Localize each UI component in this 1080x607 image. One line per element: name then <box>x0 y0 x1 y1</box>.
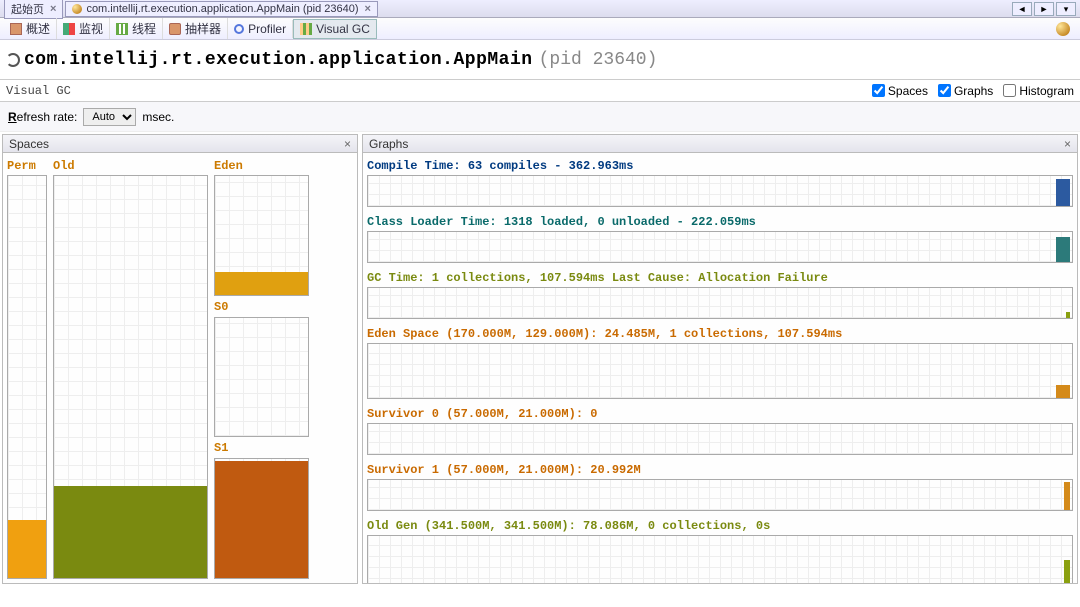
overview-icon <box>10 23 22 35</box>
tab-overview[interactable]: 概述 <box>4 18 57 39</box>
graph-compile-strip <box>367 175 1073 207</box>
refresh-rate-row: Refresh rate: Auto msec. <box>0 102 1080 132</box>
page-title-row: com.intellij.rt.execution.application.Ap… <box>0 40 1080 80</box>
space-right-col: Eden S0 S1 <box>214 157 309 579</box>
profiler-icon <box>234 24 244 34</box>
close-icon[interactable]: × <box>50 3 56 15</box>
spaces-header: Spaces × <box>3 135 357 153</box>
graphs-header: Graphs × <box>363 135 1077 153</box>
window-controls: ◄ ► ▾ <box>1012 2 1076 16</box>
page-title: com.intellij.rt.execution.application.Ap… <box>24 50 533 70</box>
graph-gctime: GC Time: 1 collections, 107.594ms Last C… <box>367 269 1073 319</box>
perm-chart <box>7 175 47 579</box>
old-fill <box>54 486 207 578</box>
graph-s0-strip <box>367 423 1073 455</box>
graph-gctime-title: GC Time: 1 collections, 107.594ms Last C… <box>367 269 1073 287</box>
main-area: Spaces × Perm Old Eden <box>0 132 1080 586</box>
dropdown-button[interactable]: ▾ <box>1056 2 1076 16</box>
graph-gctime-strip <box>367 287 1073 319</box>
eden-fill <box>215 272 308 295</box>
tab-app[interactable]: com.intellij.rt.execution.application.Ap… <box>65 1 378 17</box>
graph-eden-title: Eden Space (170.000M, 129.000M): 24.485M… <box>367 325 1073 343</box>
tab-start-label: 起始页 <box>11 1 44 17</box>
s1-label: S1 <box>214 441 309 455</box>
tab-profiler[interactable]: Profiler <box>228 20 293 38</box>
window-tabs: 起始页 × com.intellij.rt.execution.applicat… <box>0 0 1080 18</box>
checkbox-spaces[interactable]: Spaces <box>872 84 928 98</box>
tab-monitor[interactable]: 监视 <box>57 18 110 39</box>
graph-eden-strip <box>367 343 1073 399</box>
space-old-col: Old <box>53 157 208 579</box>
close-icon[interactable]: × <box>365 3 371 15</box>
visualgc-icon <box>300 23 312 35</box>
close-icon[interactable]: × <box>1064 137 1071 151</box>
refresh-unit: msec. <box>142 110 174 124</box>
tab-app-label: com.intellij.rt.execution.application.Ap… <box>86 3 358 15</box>
s1-chart <box>214 458 309 579</box>
graph-classloader-title: Class Loader Time: 1318 loaded, 0 unload… <box>367 213 1073 231</box>
refresh-icon[interactable] <box>6 53 20 67</box>
tab-threads[interactable]: 线程 <box>110 18 163 39</box>
view-tabs: 概述 监视 线程 抽样器 Profiler Visual GC <box>0 18 1080 40</box>
graph-s1-title: Survivor 1 (57.000M, 21.000M): 20.992M <box>367 461 1073 479</box>
old-label: Old <box>53 157 208 175</box>
perm-label: Perm <box>7 157 47 175</box>
graph-classloader-strip <box>367 231 1073 263</box>
perm-fill <box>8 520 46 578</box>
graphs-panel: Graphs × Compile Time: 63 compiles - 362… <box>362 134 1078 584</box>
spaces-panel: Spaces × Perm Old Eden <box>2 134 358 584</box>
refresh-rate-select[interactable]: Auto <box>83 108 136 126</box>
graph-oldgen-title: Old Gen (341.500M, 341.500M): 78.086M, 0… <box>367 517 1073 535</box>
graph-classloader: Class Loader Time: 1318 loaded, 0 unload… <box>367 213 1073 263</box>
graph-s1: Survivor 1 (57.000M, 21.000M): 20.992M <box>367 461 1073 511</box>
sub-bar: Visual GC Spaces Graphs Histogram <box>0 80 1080 102</box>
tab-sampler[interactable]: 抽样器 <box>163 18 228 39</box>
tab-start-page[interactable]: 起始页 × <box>4 0 63 19</box>
sampler-icon <box>169 23 181 35</box>
graph-s0-title: Survivor 0 (57.000M, 21.000M): 0 <box>367 405 1073 423</box>
close-icon[interactable]: × <box>344 137 351 151</box>
graph-s0: Survivor 0 (57.000M, 21.000M): 0 <box>367 405 1073 455</box>
checkbox-graphs[interactable]: Graphs <box>938 84 993 98</box>
graph-oldgen-strip <box>367 535 1073 583</box>
monitor-icon <box>63 23 75 35</box>
s0-label: S0 <box>214 300 309 314</box>
java-cup-icon <box>1056 22 1070 36</box>
graphs-body: Compile Time: 63 compiles - 362.963ms Cl… <box>363 153 1077 583</box>
s0-chart <box>214 317 309 438</box>
eden-label: Eden <box>214 157 309 175</box>
java-icon <box>72 4 82 14</box>
page-title-pid: (pid 23640) <box>539 50 658 70</box>
graph-oldgen: Old Gen (341.500M, 341.500M): 78.086M, 0… <box>367 517 1073 583</box>
space-perm-col: Perm <box>7 157 47 579</box>
subbar-label: Visual GC <box>6 84 71 98</box>
eden-chart <box>214 175 309 296</box>
prev-button[interactable]: ◄ <box>1012 2 1032 16</box>
next-button[interactable]: ► <box>1034 2 1054 16</box>
graph-eden: Eden Space (170.000M, 129.000M): 24.485M… <box>367 325 1073 399</box>
spaces-body: Perm Old Eden S0 S1 <box>3 153 357 583</box>
graph-compile-title: Compile Time: 63 compiles - 362.963ms <box>367 157 1073 175</box>
refresh-label: Refresh rate: <box>8 110 77 124</box>
s1-fill <box>215 461 308 578</box>
checkbox-histogram[interactable]: Histogram <box>1003 84 1074 98</box>
tab-visualgc[interactable]: Visual GC <box>293 19 377 39</box>
old-chart <box>53 175 208 579</box>
threads-icon <box>116 23 128 35</box>
graph-s1-strip <box>367 479 1073 511</box>
graph-compile: Compile Time: 63 compiles - 362.963ms <box>367 157 1073 207</box>
